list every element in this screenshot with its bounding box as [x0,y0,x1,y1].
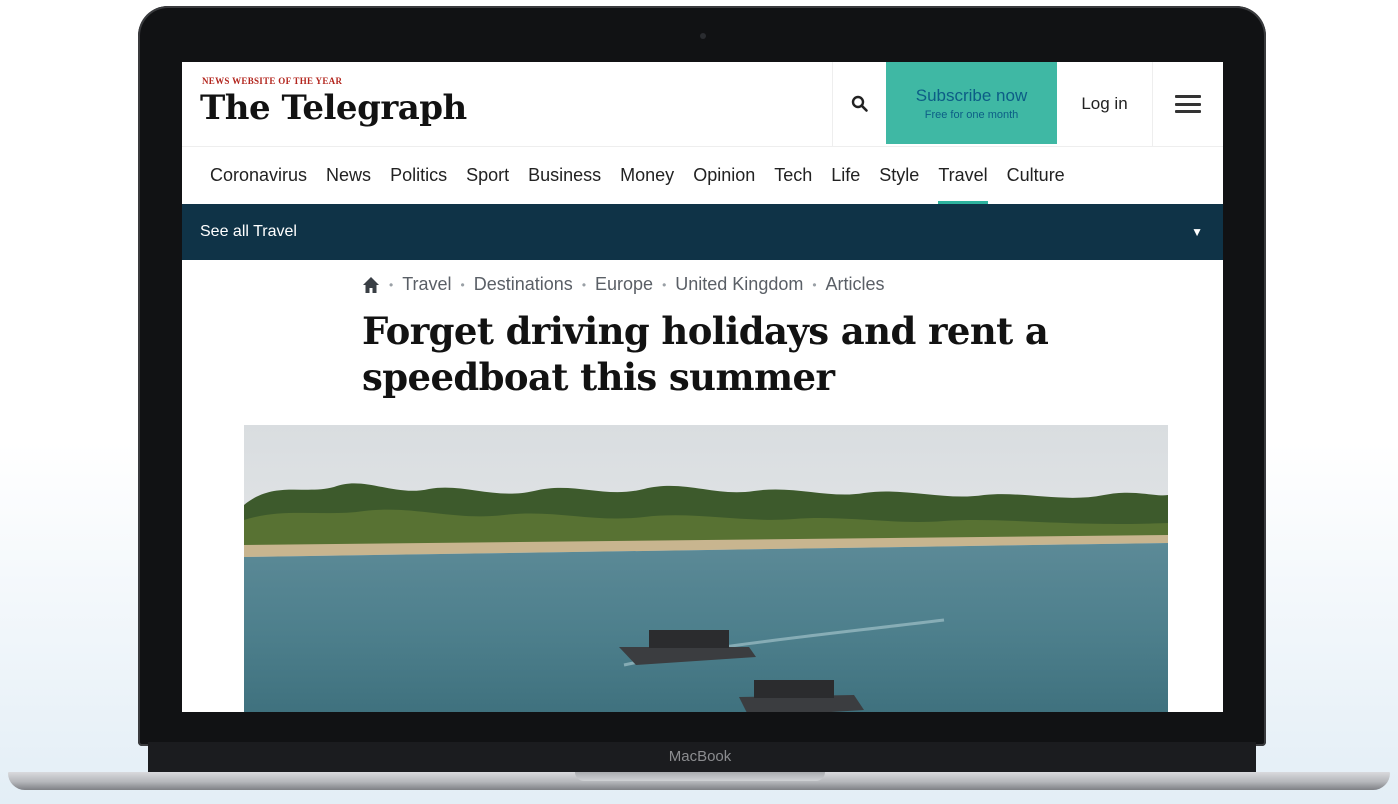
home-icon[interactable] [362,276,380,294]
browser-screen: NEWS WEBSITE OF THE YEAR The Telegraph S… [182,62,1223,712]
nav-item-travel[interactable]: Travel [938,147,989,204]
subnav-bar[interactable]: See all Travel ▼ [182,204,1223,260]
nav-item-news[interactable]: News [326,147,371,204]
login-link[interactable]: Log in [1057,62,1153,146]
subscribe-button[interactable]: Subscribe now Free for one month [886,62,1057,144]
breadcrumb-united-kingdom[interactable]: United Kingdom [675,274,803,295]
nav-item-sport[interactable]: Sport [466,147,509,204]
site-header: NEWS WEBSITE OF THE YEAR The Telegraph S… [182,62,1223,147]
subscribe-sublabel: Free for one month [924,108,1019,121]
device-label: MacBook [668,748,732,765]
nav-item-money[interactable]: Money [620,147,674,204]
nav-item-culture[interactable]: Culture [1007,147,1065,204]
nav-item-style[interactable]: Style [879,147,919,204]
site-logo[interactable]: The Telegraph [200,88,467,128]
article-headline: Forget driving holidays and rent a speed… [362,309,1049,399]
subscribe-label: Subscribe now [915,85,1028,105]
section-nav: Coronavirus News Politics Sport Business… [182,147,1223,204]
hamburger-icon [1174,95,1201,113]
breadcrumb: • Travel • Destinations • Europe • Unite… [362,274,885,295]
laptop-notch [575,772,825,781]
nav-item-politics[interactable]: Politics [390,147,447,204]
breadcrumb-destinations[interactable]: Destinations [474,274,573,295]
nav-item-tech[interactable]: Tech [774,147,812,204]
breadcrumb-articles[interactable]: Articles [826,274,885,295]
subnav-label: See all Travel [200,223,297,240]
nav-item-business[interactable]: Business [528,147,601,204]
chevron-down-icon[interactable]: ▼ [1191,225,1203,239]
nav-item-opinion[interactable]: Opinion [693,147,755,204]
search-icon [851,95,868,112]
hero-image [244,425,1168,712]
nav-item-coronavirus[interactable]: Coronavirus [210,147,307,204]
nav-item-life[interactable]: Life [831,147,860,204]
breadcrumb-travel[interactable]: Travel [402,274,451,295]
masthead-tagline: NEWS WEBSITE OF THE YEAR [202,76,343,86]
breadcrumb-europe[interactable]: Europe [595,274,653,295]
webcam [700,33,706,39]
search-button[interactable] [832,62,887,146]
menu-button[interactable] [1152,62,1223,146]
